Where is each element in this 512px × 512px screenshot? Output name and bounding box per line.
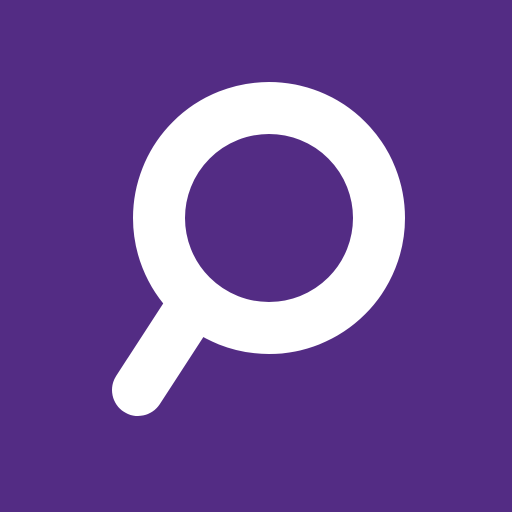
magnifier-handle — [112, 287, 214, 416]
search-icon — [112, 82, 405, 416]
search-app-icon[interactable] — [0, 0, 512, 512]
